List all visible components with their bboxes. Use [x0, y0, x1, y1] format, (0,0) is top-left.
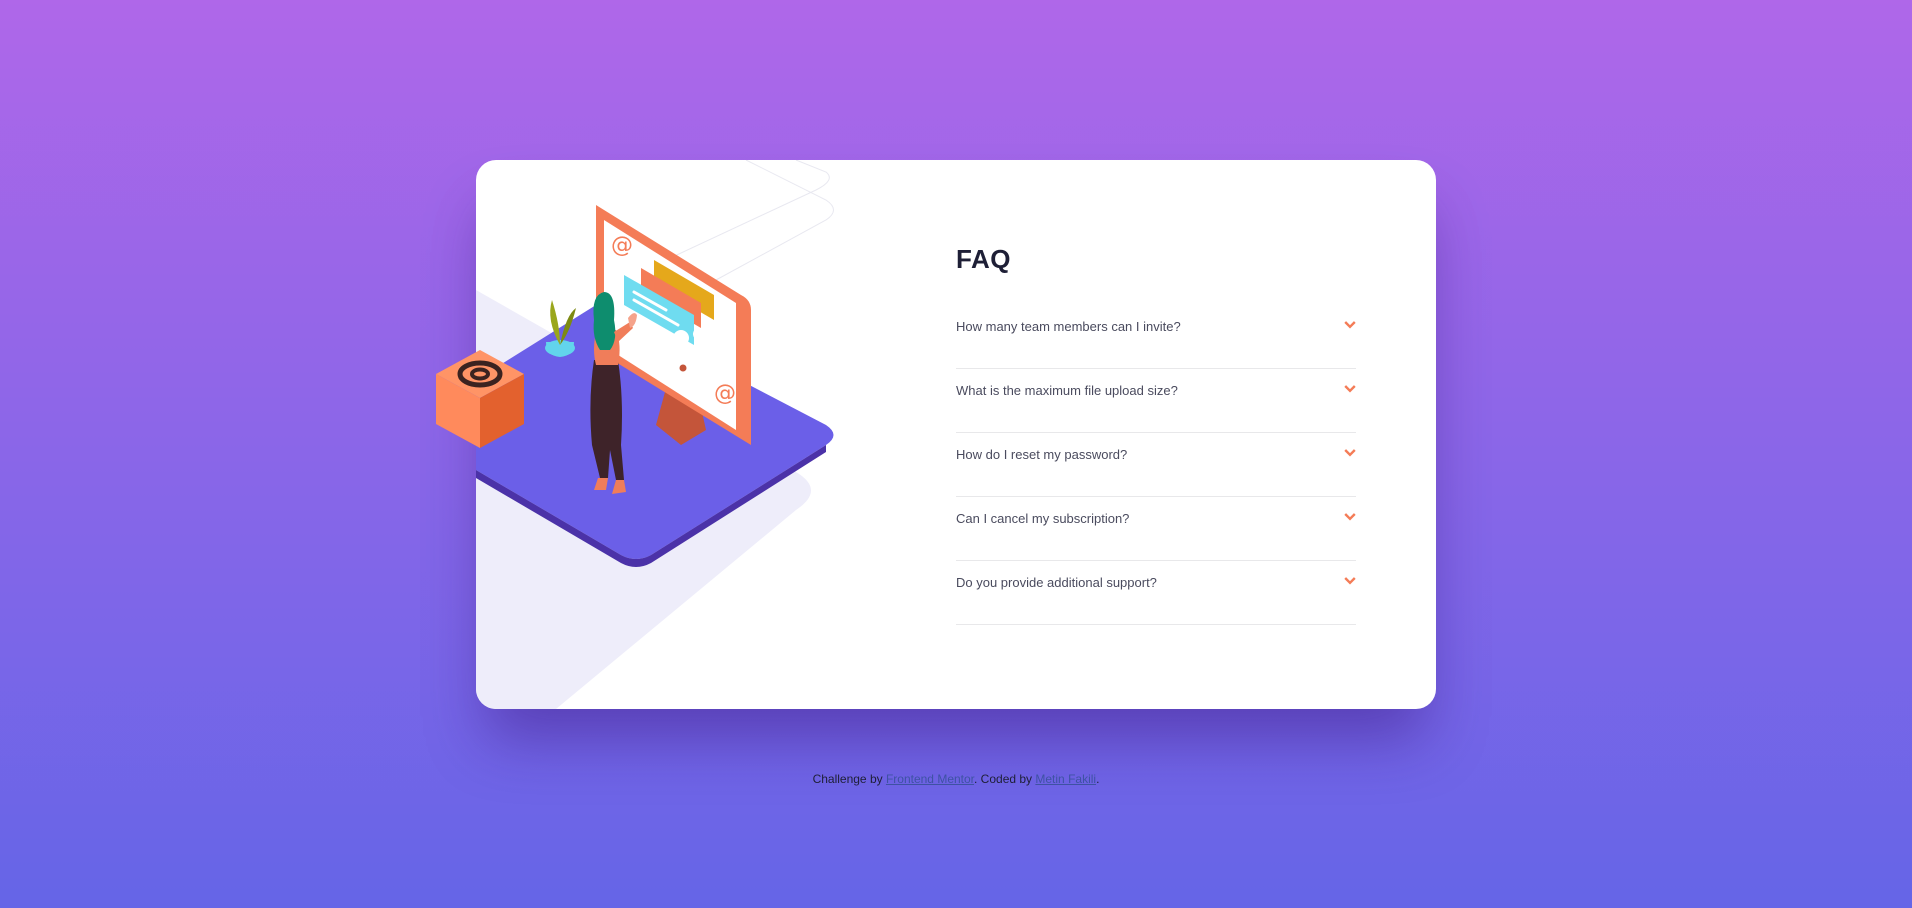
woman-online-illustration: @ @: [476, 160, 834, 709]
pattern-line: [715, 160, 834, 281]
bubble-dot: [673, 330, 689, 346]
chevron-down-icon[interactable]: [1344, 575, 1356, 587]
attribution-footer: Challenge by Frontend Mentor. Coded by M…: [0, 772, 1912, 786]
faq-item[interactable]: Can I cancel my subscription?: [956, 497, 1356, 561]
bubble-dot-2: [693, 328, 705, 340]
at-symbol-2: @: [714, 381, 736, 406]
at-symbol: @: [611, 233, 633, 258]
faq-question[interactable]: How do I reset my password?: [956, 447, 1127, 462]
author-link[interactable]: Metin Fakili: [1035, 772, 1096, 786]
faq-question[interactable]: Do you provide additional support?: [956, 575, 1157, 590]
chevron-down-icon[interactable]: [1344, 319, 1356, 331]
chevron-down-icon[interactable]: [1344, 511, 1356, 523]
faq-section: FAQ How many team members can I invite? …: [956, 244, 1356, 625]
frontend-mentor-link[interactable]: Frontend Mentor: [886, 772, 974, 786]
pattern-line-2: [665, 160, 830, 261]
faq-question[interactable]: What is the maximum file upload size?: [956, 383, 1178, 398]
footer-suffix: .: [1096, 772, 1100, 786]
faq-item[interactable]: How many team members can I invite?: [956, 305, 1356, 369]
woman-hair: [593, 292, 616, 350]
faq-item[interactable]: Do you provide additional support?: [956, 561, 1356, 625]
faq-item[interactable]: What is the maximum file upload size?: [956, 369, 1356, 433]
page-title: FAQ: [956, 244, 1011, 274]
chevron-down-icon[interactable]: [1344, 383, 1356, 395]
faq-question[interactable]: Can I cancel my subscription?: [956, 511, 1129, 526]
footer-middle: . Coded by: [974, 772, 1036, 786]
monitor-button: [679, 364, 687, 372]
chevron-down-icon[interactable]: [1344, 447, 1356, 459]
cube-at-icon: [436, 350, 524, 448]
footer-prefix: Challenge by: [812, 772, 886, 786]
faq-question[interactable]: How many team members can I invite?: [956, 319, 1181, 334]
faq-item[interactable]: How do I reset my password?: [956, 433, 1356, 497]
